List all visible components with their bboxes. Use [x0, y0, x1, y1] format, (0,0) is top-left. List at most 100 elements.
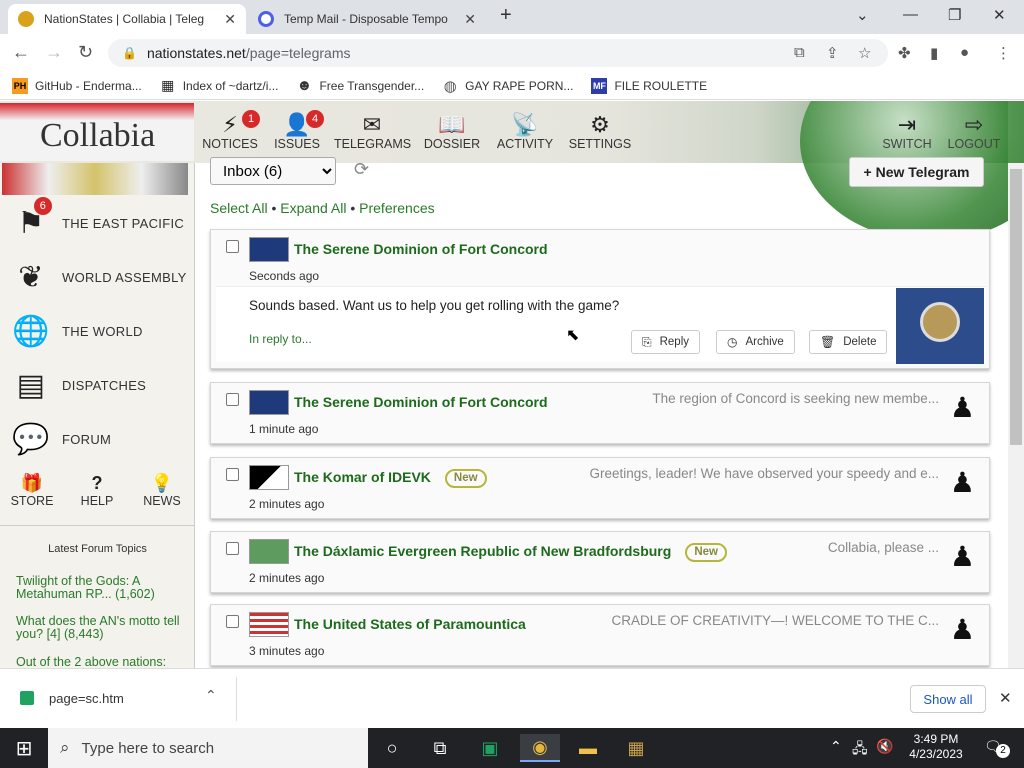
search-placeholder: Type here to search: [81, 739, 215, 757]
nav-notices[interactable]: ⚡ 1 NOTICES: [202, 110, 260, 151]
tab-search-chevron-icon[interactable]: ⌄: [856, 6, 869, 24]
folder-select[interactable]: Inbox (6): [210, 157, 336, 185]
restore-button[interactable]: ❐: [948, 6, 961, 24]
telegram-row[interactable]: The Komar of IDEVK New 2 minutes ago Gree…: [210, 457, 990, 519]
open-in-app-icon[interactable]: ⧉: [794, 44, 805, 61]
bookmark-ph-icon: PH: [12, 77, 28, 94]
task-view-icon[interactable]: ⧉: [424, 734, 456, 762]
telegram-sender[interactable]: The Komar of IDEVK New: [294, 469, 487, 488]
bookmark-free-transgender[interactable]: ☻ Free Transgender...: [296, 77, 425, 94]
game-app-icon[interactable]: ▦: [620, 734, 652, 762]
bookmark-file-roulette[interactable]: MF FILE ROULETTE: [591, 77, 707, 94]
envelope-icon: ✉: [362, 112, 382, 137]
telegram-expanded[interactable]: The Serene Dominion of Fort Concord Seco…: [210, 229, 990, 369]
forward-arrow-icon[interactable]: →: [45, 42, 63, 63]
nav-label: NOTICES: [202, 137, 258, 151]
left-sidebar: ⚑ 6 THE EAST PACIFIC ❦ WORLD ASSEMBLY 🌐 …: [0, 163, 195, 668]
clock[interactable]: 3:49 PM 4/23/2023: [906, 732, 966, 762]
cortana-icon[interactable]: ○: [376, 734, 408, 762]
minimize-button[interactable]: —: [903, 6, 918, 23]
nav-activity[interactable]: 📡 ACTIVITY: [494, 113, 556, 152]
nav-logout[interactable]: ⇨ LOGOUT: [946, 113, 1002, 152]
share-icon[interactable]: ⇪: [826, 44, 839, 62]
nav-label: TELEGRAMS: [334, 137, 412, 151]
bookmark-github[interactable]: PH GitHub - Enderma...: [12, 77, 142, 94]
extensions-puzzle-icon[interactable]: ✤: [898, 44, 911, 62]
sheets-app-icon[interactable]: ▣: [474, 734, 506, 762]
menu-forum[interactable]: 💬 FORUM: [10, 419, 111, 459]
download-bar: page=sc.htm ⌃ Show all ✕: [0, 668, 1024, 728]
telegram-sender[interactable]: The Serene Dominion of Fort Concord: [294, 241, 548, 257]
menu-store[interactable]: 🎁 STORE: [10, 473, 54, 508]
new-tab-button[interactable]: +: [500, 4, 512, 27]
page-scrollbar[interactable]: [1008, 163, 1024, 668]
reload-icon[interactable]: ↻: [78, 42, 93, 63]
network-icon[interactable]: 🖧: [852, 738, 868, 762]
chevron-up-icon[interactable]: ⌃: [205, 687, 217, 704]
tab-temp-mail[interactable]: Temp Mail - Disposable Tempo ✕: [248, 4, 486, 34]
menu-news[interactable]: 💡 NEWS: [140, 473, 184, 508]
delete-button[interactable]: 🗑 Delete: [809, 330, 888, 354]
telegram-checkbox[interactable]: [226, 468, 239, 481]
windows-start-icon[interactable]: ⊞: [8, 734, 40, 762]
close-tab-icon[interactable]: ✕: [224, 11, 236, 28]
show-all-button[interactable]: Show all: [910, 685, 986, 713]
select-all-link[interactable]: Select All: [210, 200, 268, 216]
forum-topic-link[interactable]: Twilight of the Gods: A Metahuman RP... …: [16, 575, 188, 601]
profile-avatar-icon[interactable]: ●: [960, 44, 969, 61]
forum-topic-link[interactable]: What does the AN's motto tell you? [4] (…: [16, 615, 188, 641]
menu-the-world[interactable]: 🌐 THE WORLD: [10, 311, 143, 351]
refresh-icon[interactable]: ⟳: [354, 159, 369, 180]
preferences-link[interactable]: Preferences: [359, 200, 434, 216]
file-explorer-icon[interactable]: ▬: [572, 734, 604, 762]
telegram-checkbox[interactable]: [226, 393, 239, 406]
expand-all-link[interactable]: Expand All: [280, 200, 346, 216]
nav-dossier[interactable]: 📖 DOSSIER: [422, 113, 482, 152]
in-reply-link[interactable]: In reply to...: [249, 332, 312, 346]
close-tab-icon[interactable]: ✕: [464, 11, 476, 28]
bookmark-star-icon[interactable]: ☆: [858, 44, 871, 62]
nav-label: ISSUES: [274, 137, 320, 151]
url-bar[interactable]: 🔒 nationstates.net/page=telegrams: [108, 39, 888, 67]
volume-muted-icon[interactable]: 🔇: [876, 738, 893, 755]
telegram-checkbox[interactable]: [226, 240, 239, 253]
reply-button[interactable]: ⎘ Reply: [631, 330, 701, 354]
telegram-row[interactable]: The United States of Paramountica 3 minu…: [210, 604, 990, 666]
telegram-row[interactable]: The Serene Dominion of Fort Concord 1 mi…: [210, 382, 990, 444]
telegram-actions: Select All • Expand All • Preferences: [210, 200, 435, 216]
menu-dispatches[interactable]: ▤ DISPATCHES: [10, 365, 146, 405]
telegram-sender[interactable]: The United States of Paramountica: [294, 616, 526, 632]
chrome-app-icon[interactable]: ◉: [520, 734, 560, 762]
telegram-checkbox[interactable]: [226, 542, 239, 555]
menu-east-pacific[interactable]: ⚑ 6 THE EAST PACIFIC: [10, 197, 184, 243]
taskbar-search[interactable]: ⌕ Type here to search: [48, 728, 368, 768]
menu-world-assembly[interactable]: ❦ WORLD ASSEMBLY: [10, 257, 187, 297]
nation-logo[interactable]: Collabia: [0, 103, 194, 161]
nav-issues[interactable]: 👤 4 ISSUES: [272, 110, 324, 151]
menu-help[interactable]: ? HELP: [76, 473, 118, 508]
nav-telegrams[interactable]: ✉ TELEGRAMS: [334, 112, 412, 152]
nation-flag-icon: [249, 237, 289, 262]
gift-icon: 🎁: [20, 473, 44, 493]
telegram-checkbox[interactable]: [226, 615, 239, 628]
archive-button[interactable]: ◷ Archive: [716, 330, 795, 354]
telegram-sender[interactable]: The Serene Dominion of Fort Concord: [294, 394, 548, 410]
separator-dot: •: [271, 200, 281, 216]
telegram-row[interactable]: The Dáxlamic Evergreen Republic of New B…: [210, 531, 990, 593]
bookmark-index-dartz[interactable]: ▦ Index of ~dartz/i...: [160, 77, 278, 94]
bookmark-globe-site[interactable]: ◍ GAY RAPE PORN...: [442, 78, 574, 95]
telegram-sender[interactable]: The Dáxlamic Evergreen Republic of New B…: [294, 543, 727, 562]
nav-settings[interactable]: ⚙ SETTINGS: [568, 113, 632, 152]
nav-switch[interactable]: ⇥ SWITCH: [878, 113, 936, 152]
tray-chevron-icon[interactable]: ⌃: [830, 738, 842, 755]
scrollbar-thumb[interactable]: [1010, 169, 1022, 445]
tab-nationstates[interactable]: NationStates | Collabia | Teleg ✕: [8, 4, 246, 34]
new-telegram-button[interactable]: + New Telegram: [849, 157, 984, 187]
close-download-bar-icon[interactable]: ✕: [999, 689, 1012, 707]
side-panel-icon[interactable]: ▮: [930, 44, 938, 62]
download-filename[interactable]: page=sc.htm: [49, 691, 124, 706]
forum-topic-link[interactable]: Out of the 2 above nations:: [16, 656, 188, 669]
close-window-button[interactable]: ✕: [993, 6, 1006, 24]
back-arrow-icon[interactable]: ←: [12, 42, 30, 63]
menu-kebab-icon[interactable]: ⋮: [996, 44, 1011, 62]
